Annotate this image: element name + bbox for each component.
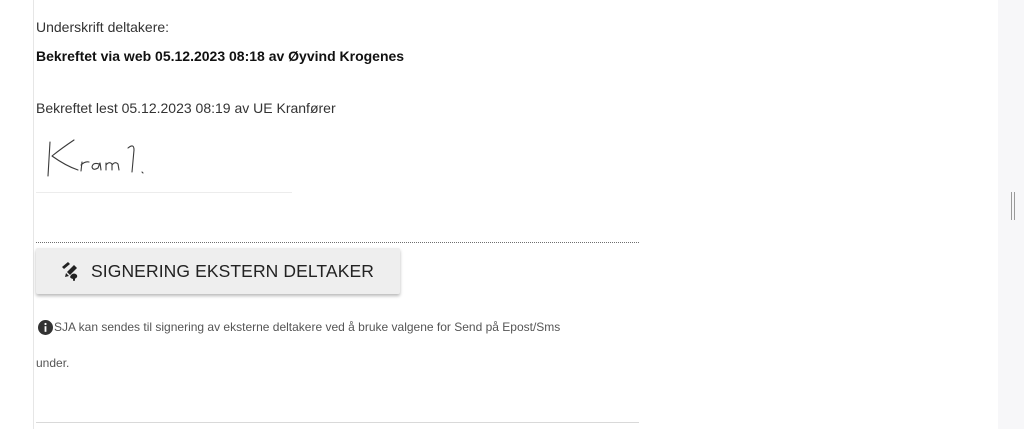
resize-handle[interactable] [1011,192,1016,220]
left-border [33,0,34,429]
bottom-divider [36,422,639,423]
info-circle-icon [38,320,53,335]
info-text: SJA kan sendes til signering av eksterne… [54,320,561,334]
section-divider [36,242,639,243]
info-text-continued: under. [36,356,70,370]
left-margin [0,0,34,429]
confirmed-read-text: Bekreftet lest 05.12.2023 08:19 av UE Kr… [36,100,336,116]
external-signing-label: SIGNERING EKSTERN DELTAKER [91,261,374,281]
signature-label: Underskrift deltakere: [36,19,170,35]
signature-pen-icon [62,262,78,281]
external-signing-button[interactable]: SIGNERING EKSTERN DELTAKER [36,248,400,294]
signature-underline [36,192,292,193]
confirmed-via-web-text: Bekreftet via web 05.12.2023 08:18 av Øy… [36,48,405,64]
handwritten-signature [47,139,144,177]
